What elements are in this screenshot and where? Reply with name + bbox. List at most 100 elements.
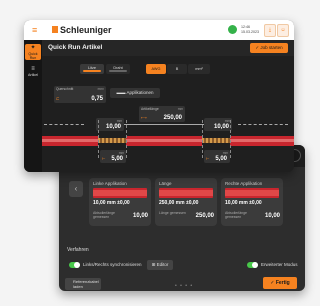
left-dimension-line [44, 124, 84, 125]
done-button[interactable]: ✓ Fertig [263, 277, 297, 289]
cable-stripe-right [230, 139, 294, 142]
right-strand [202, 138, 230, 143]
marker-line [126, 120, 127, 158]
done-label: Fertig [275, 280, 290, 286]
unit-label: B [175, 67, 179, 71]
card-sub-value: 250,00 [195, 213, 214, 219]
field-label: Querschnitt [56, 87, 74, 91]
card-title: Linke Applikation [93, 181, 127, 186]
field-unit: mm² [97, 87, 104, 91]
right-pull-field[interactable]: mm ⊢ 5,00 [204, 150, 230, 163]
clock: 12:46 15.03.2023 [241, 25, 259, 34]
marker-line [98, 120, 99, 158]
date: 15.03.2023 [241, 29, 259, 34]
sidebar-item-label: Artikel [28, 73, 38, 77]
app-header: ≡ Schleuniger 12:46 15.03.2023 ⤓ ☺ [24, 20, 294, 40]
card-value: 10,00 mm ±0,00 [93, 200, 130, 206]
editor-button[interactable]: ⊞ Editor [147, 260, 173, 270]
extended-mode-label: Erweiterter Modus [261, 262, 298, 267]
left-strand [98, 138, 126, 143]
wire-icon: ⊏ [56, 96, 60, 101]
unit-b[interactable]: B [167, 64, 187, 74]
quick-run-icon: ✦ [30, 45, 36, 51]
cable-stripe [225, 190, 279, 196]
right-strip-field[interactable]: mm 10,00 [204, 118, 232, 131]
user-icon[interactable]: ☺ [277, 24, 289, 37]
unit-awg[interactable]: AWG [146, 64, 166, 74]
list-icon: ≡ [31, 66, 35, 72]
marker-line [230, 120, 231, 158]
page-title: Quick Run Artikel [48, 44, 103, 51]
applications-label: Applikationen [126, 90, 154, 95]
card-sub-label: Länge gemessen [159, 211, 186, 215]
field-value: 5,00 [215, 156, 227, 162]
section-label: Verfahren [67, 247, 89, 253]
card-title: Rechte Applikation [225, 181, 263, 186]
brand-name: Schleuniger [60, 25, 112, 35]
card-value: 250,00 mm ±0,00 [159, 200, 199, 206]
card-length[interactable]: Länge 250,00 mm ±0,00 Länge gemessen 250… [155, 178, 217, 226]
load-reference-cable-button[interactable]: Referenzkabel laden [65, 278, 101, 290]
stranded-swatch [83, 70, 101, 72]
field-unit: mm [177, 107, 183, 111]
time: 12:46 [241, 25, 250, 29]
applications-icon: ▬▬ [116, 90, 127, 95]
pull-icon: ⊢ [206, 156, 210, 161]
card-right-application[interactable]: Rechte Applikation 10,00 mm ±0,00 Abisol… [221, 178, 283, 226]
back-button[interactable]: ‹ [69, 181, 83, 197]
brand-logo-icon [52, 26, 58, 33]
start-job-button[interactable]: ✓ Job starten [250, 43, 288, 53]
article-length-field[interactable]: Artikellänge mm ⟷ 250,00 [139, 106, 185, 122]
field-value: 10,00 [213, 124, 229, 130]
extended-mode-toggle[interactable] [247, 262, 258, 268]
cable-stripe-middle [126, 139, 202, 142]
sync-toggle[interactable] [69, 262, 80, 268]
marker-line [202, 120, 203, 158]
unit-label: mm² [195, 67, 203, 71]
field-value: 0,75 [91, 96, 103, 102]
toggle-solid[interactable]: Draht [106, 64, 130, 74]
length-icon: ⟷ [141, 115, 147, 120]
sidebar-item-label: Quick Run [28, 52, 38, 60]
card-title: Länge [159, 181, 172, 186]
download-icon[interactable]: ⤓ [264, 24, 276, 37]
unit-label: AWG [151, 67, 161, 71]
field-unit: mm [116, 119, 122, 123]
field-value: 5,00 [111, 156, 123, 162]
page-indicator: • • • • [175, 283, 194, 289]
editor-label: Editor [156, 262, 169, 267]
applications-button[interactable]: ▬▬ Applikationen [110, 88, 160, 98]
card-sub-label: Abisolierlänge gemessen [93, 211, 115, 219]
card-value: 10,00 mm ±0,00 [225, 200, 262, 206]
right-dimension-line [238, 124, 288, 125]
field-value: 250,00 [163, 115, 182, 121]
sidebar-item-article[interactable]: ≡ Artikel [25, 66, 41, 80]
pull-icon: ⊢ [102, 156, 106, 161]
unit-mm2[interactable]: mm² [188, 64, 210, 74]
sync-toggle-label: Links/Rechts synchronisieren [83, 262, 142, 267]
card-sub-label: Abisolierlänge gemessen [225, 211, 247, 219]
toggle-stranded[interactable]: Litze [80, 64, 104, 74]
sidebar-item-quick-run[interactable]: ✦ Quick Run [25, 44, 41, 60]
left-strip-field[interactable]: mm 10,00 [96, 118, 124, 131]
sidebar: ✦ Quick Run ≡ Artikel [24, 40, 42, 172]
reference-label-line2: laden [73, 284, 83, 289]
card-sub-value: 10,00 [132, 213, 148, 219]
cable-stripe [159, 190, 213, 196]
title-bar: Quick Run Artikel ✓ Job starten [42, 40, 294, 56]
field-value: 10,00 [105, 124, 121, 130]
cable-stripe-left [42, 139, 98, 142]
start-job-label: Job starten [260, 45, 283, 50]
field-unit: mm [222, 151, 228, 155]
solid-swatch [109, 70, 127, 72]
status-ok-icon [228, 25, 237, 34]
hamburger-menu-icon[interactable]: ≡ [32, 25, 37, 35]
field-unit: mm [118, 151, 124, 155]
cable-stripe [93, 190, 147, 196]
field-label: Artikellänge [141, 107, 159, 111]
card-left-application[interactable]: Linke Applikation 10,00 mm ±0,00 Abisoli… [89, 178, 151, 226]
left-pull-field[interactable]: mm ⊢ 5,00 [100, 150, 126, 163]
card-sub-value: 10,00 [264, 213, 280, 219]
cross-section-field[interactable]: Querschnitt mm² ⊏ 0,75 [54, 86, 106, 103]
quick-run-screen: ≡ Schleuniger 12:46 15.03.2023 ⤓ ☺ ✦ Qui… [24, 20, 294, 172]
